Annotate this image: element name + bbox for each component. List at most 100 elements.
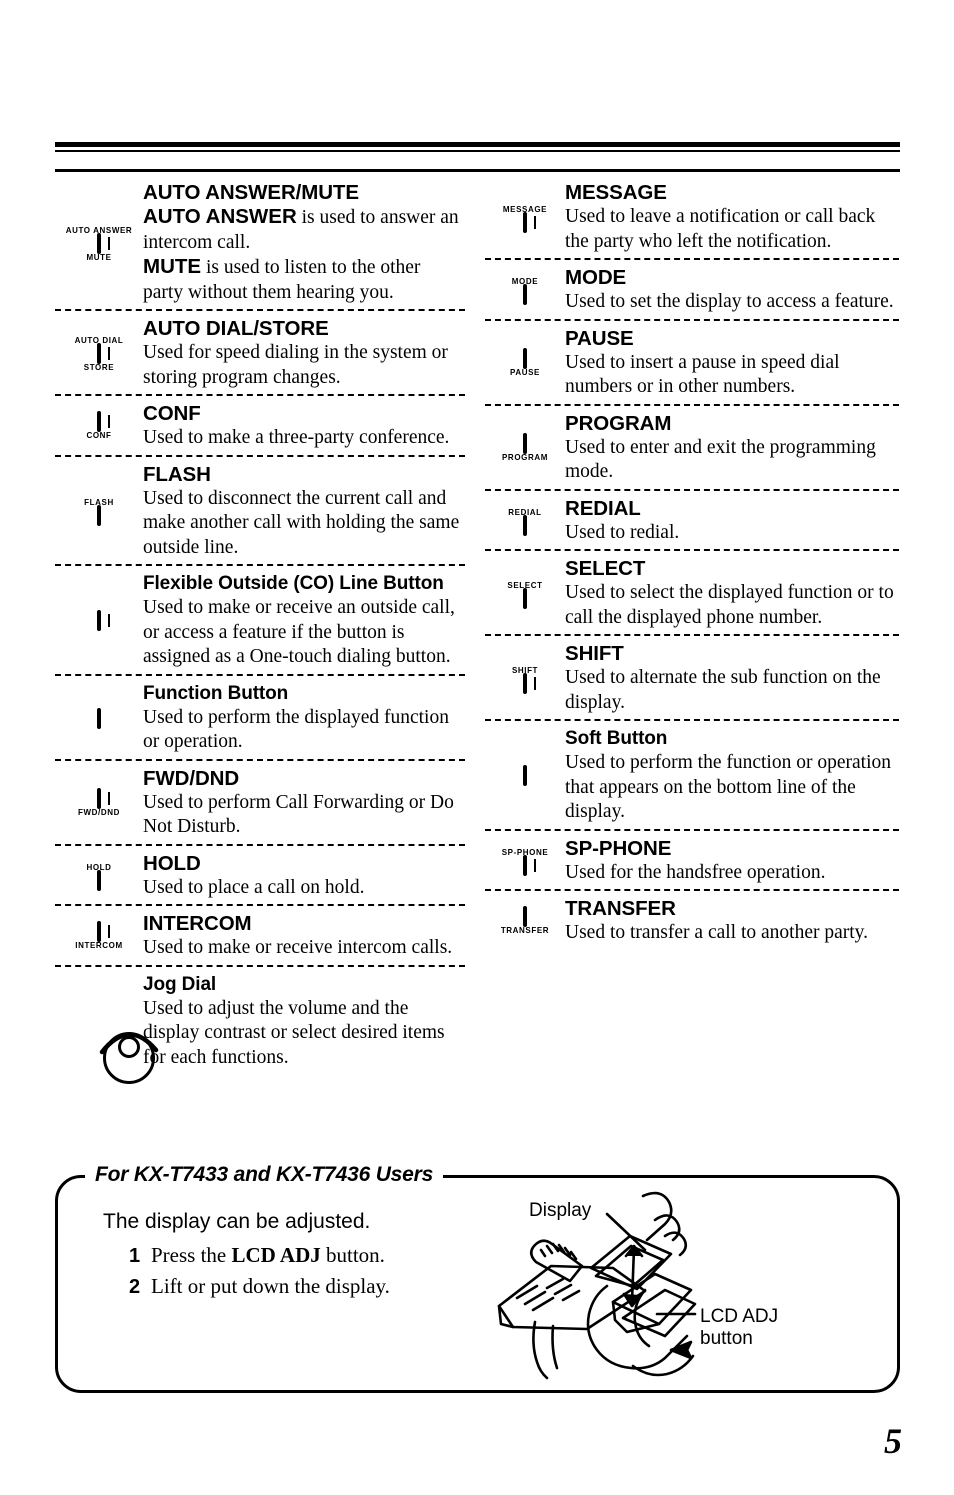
- key-bottom-label: PAUSE: [510, 367, 540, 378]
- key-bottom-label: TRANSFER: [500, 926, 550, 936]
- callout-lead-text: The display can be adjusted.: [103, 1210, 371, 1233]
- header-rule-thin: [55, 150, 900, 152]
- button-icon-cell: SELECT: [485, 579, 565, 609]
- callout-body: The display can be adjusted. 1 Press the…: [103, 1208, 503, 1302]
- button-icon-cell: [55, 707, 143, 729]
- button-icon-cell: TRANSFER: [485, 906, 565, 935]
- phone-key-icon: [522, 672, 536, 694]
- button-text-cell: PROGRAM Used to enter and exit the progra…: [565, 411, 899, 485]
- button-description-text: Used to alternate the sub function on th…: [565, 667, 881, 713]
- button-description-text: Used to make a three-party conference.: [143, 427, 450, 448]
- phone-key-icon: [522, 514, 527, 536]
- key-bottom-label: STORE: [83, 362, 115, 373]
- button-description-text: Used to set the display to access a feat…: [565, 291, 894, 312]
- button-icon-cell: PROGRAM: [485, 433, 565, 462]
- button-description-entry: AUTO ANSWER MUTE AUTO ANSWER/MUTE AUTO ANSW…: [55, 180, 465, 309]
- button-icon-cell: [55, 1020, 159, 1084]
- button-icon-cell: SHIFT: [485, 664, 565, 694]
- button-description-entry: Flexible Outside (CO) Line Button Used to…: [55, 564, 465, 674]
- button-text-cell: TRANSFER Used to transfer a call to anoth…: [565, 896, 899, 946]
- key-led-indicator: [527, 215, 536, 229]
- button-name-heading: REDIAL: [565, 496, 641, 520]
- callout-title: For KX-T7433 and KX-T7436 Users: [85, 1163, 444, 1187]
- button-text-cell: FWD/DND Used to perform Call Forwarding o…: [143, 766, 465, 840]
- button-text-cell: Function Button Used to perform the displ…: [143, 681, 465, 755]
- key-led-indicator: [101, 925, 110, 939]
- button-description-entry: PAUSE PAUSE Used to insert a pause in spee…: [485, 318, 899, 404]
- button-description-entry: FLASH FLASH Used to disconnect the current…: [55, 454, 465, 565]
- phone-key-icon: [523, 765, 527, 787]
- illustration-label-lcd-adj: LCD ADJ button: [700, 1306, 778, 1350]
- key-led-indicator: [527, 858, 536, 872]
- button-description-entry: MESSAGE MESSAGE Used to leave a notificati…: [485, 180, 899, 258]
- phone-key-icon: [523, 348, 527, 369]
- button-description-entry: MODE MODE Used to set the display to acces…: [485, 258, 899, 319]
- button-text-cell: SELECT Used to select the displayed funct…: [565, 556, 899, 630]
- key-led-indicator: [101, 347, 110, 360]
- button-text-cell: CONF Used to make a three-party conferenc…: [143, 401, 465, 451]
- step-number: 2: [129, 1276, 141, 1298]
- button-icon-cell: AUTO DIAL STORE: [55, 334, 143, 372]
- button-description-entry: SELECT SELECT Used to select the displayed…: [485, 549, 899, 634]
- button-description-text: Used to make or receive intercom calls.: [143, 937, 453, 958]
- button-description-entry: REDIAL REDIAL Used to redial.: [485, 488, 899, 550]
- phone-lcd-adjust-illustration: Display LCD ADJ button: [495, 1190, 890, 1385]
- button-description-entry: PROGRAM PROGRAM Used to enter and exit the…: [485, 403, 899, 489]
- key-bottom-label: INTERCOM: [75, 941, 123, 951]
- button-description-text: Used to perform Call Forwarding or Do No…: [143, 791, 454, 838]
- button-text-cell: SHIFT Used to alternate the sub function …: [565, 641, 899, 715]
- phone-key-icon: [97, 610, 110, 632]
- button-description-text: Used to perform the function or operatio…: [565, 752, 891, 822]
- button-name-heading: Soft Button: [565, 728, 668, 749]
- button-description-text: Used to transfer a call to another party…: [565, 922, 869, 943]
- button-icon-cell: [55, 610, 143, 632]
- button-icon-cell: CONF: [55, 411, 143, 440]
- button-text-cell: HOLD Used to place a call on hold.: [143, 851, 465, 901]
- phone-key-icon: [523, 284, 527, 306]
- button-description-entry: CONF CONF Used to make a three-party confe…: [55, 394, 465, 455]
- button-name-heading: FLASH: [143, 462, 211, 486]
- button-name-heading: MESSAGE: [565, 181, 667, 204]
- key-bottom-label: PROGRAM: [502, 452, 548, 463]
- callout-step: 2 Lift or put down the display.: [129, 1271, 503, 1302]
- button-description-text: Used to disconnect the current call and …: [143, 487, 460, 558]
- button-icon-cell: HOLD: [55, 861, 143, 891]
- phone-key-icon: [522, 587, 527, 609]
- phone-key-icon: [96, 788, 110, 809]
- step-number: 1: [129, 1245, 141, 1267]
- button-description-text: AUTO ANSWER is used to answer an interco…: [143, 205, 459, 303]
- button-name-heading: AUTO DIAL/STORE: [143, 317, 329, 340]
- button-icon-cell: FLASH: [55, 496, 143, 527]
- button-icon-cell: REDIAL: [485, 506, 565, 536]
- key-led-indicator: [101, 415, 110, 429]
- phone-key-icon: [96, 411, 110, 433]
- phone-key-icon: [522, 906, 527, 928]
- button-name-heading: CONF: [143, 402, 201, 425]
- button-text-cell: FLASH Used to disconnect the current call…: [143, 462, 465, 561]
- header-rules: [55, 142, 900, 172]
- button-name-heading: TRANSFER: [565, 897, 676, 920]
- button-name-heading: FWD/DND: [143, 766, 240, 790]
- lcd-adj-line2: button: [700, 1328, 753, 1349]
- button-description-entry: TRANSFER TRANSFER Used to transfer a call …: [485, 889, 899, 950]
- button-name-heading: SHIFT: [565, 642, 624, 665]
- button-description-text: Used to leave a notification or call bac…: [565, 206, 876, 252]
- button-icon-cell: PAUSE: [485, 348, 565, 377]
- header-rule-under: [55, 169, 900, 172]
- button-description-text: Used to insert a pause in speed dial num…: [565, 351, 840, 398]
- button-description-text: Used to make or receive an outside call,…: [143, 597, 455, 667]
- phone-key-icon: [96, 232, 110, 254]
- button-description-entry: INTERCOM INTERCOM Used to make or receive …: [55, 904, 465, 965]
- key-led-indicator: [101, 236, 110, 250]
- button-description-text: Used to perform the displayed function o…: [143, 706, 449, 753]
- callout-step: 1 Press the LCD ADJ button.: [129, 1240, 503, 1271]
- button-description-text: Used to adjust the volume and the displa…: [143, 997, 445, 1068]
- step-text: Press the LCD ADJ button.: [151, 1243, 385, 1267]
- button-name-heading: MODE: [565, 266, 627, 289]
- button-text-cell: Soft Button Used to perform the function …: [565, 726, 899, 825]
- button-icon-cell: AUTO ANSWER MUTE: [55, 224, 143, 262]
- button-text-cell: AUTO DIAL/STORE Used for speed dialing in…: [143, 316, 465, 390]
- key-bottom-label: MUTE: [86, 252, 112, 262]
- page-number: 5: [884, 1421, 902, 1461]
- key-led-indicator: [101, 792, 110, 805]
